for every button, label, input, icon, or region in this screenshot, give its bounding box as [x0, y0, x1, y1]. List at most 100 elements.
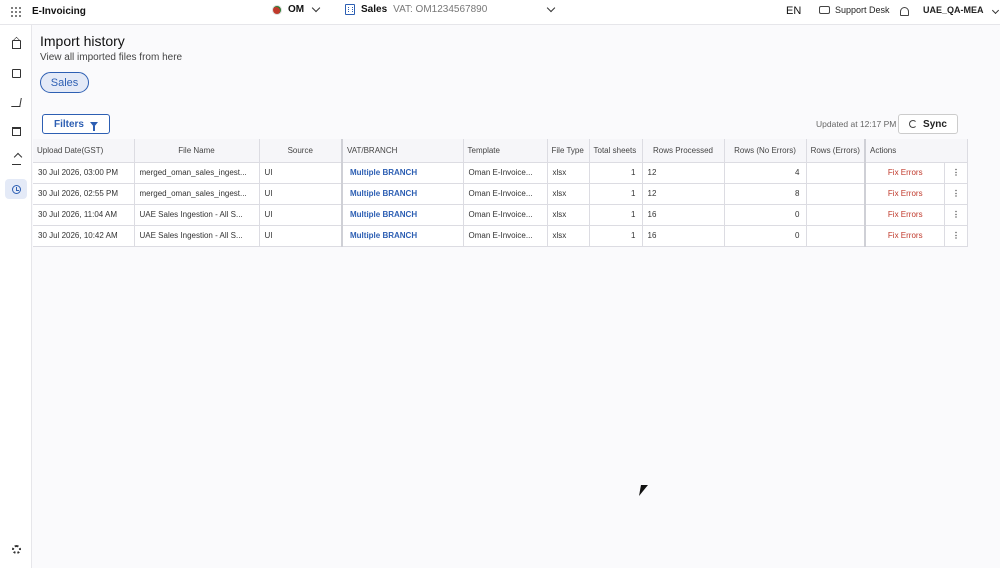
- oman-flag-icon: [272, 4, 282, 15]
- cell-rows-no-errors: 8: [724, 183, 807, 205]
- col-source[interactable]: Source: [259, 139, 343, 163]
- cell-branch-link[interactable]: Multiple BRANCH: [342, 162, 464, 184]
- cell-template: Oman E-Invoice...: [463, 162, 548, 184]
- sidebar-item-cart[interactable]: [5, 92, 27, 112]
- cell-upload-date: 30 Jul 2026, 02:55 PM: [33, 183, 135, 205]
- cell-file-name: UAE Sales Ingestion - All S...: [134, 204, 260, 226]
- table-header-row: Upload Date(GST) File Name Source VAT/BR…: [33, 139, 968, 163]
- cell-file-name: merged_oman_sales_ingest...: [134, 162, 260, 184]
- app-title: E-Invoicing: [32, 6, 86, 17]
- table-row[interactable]: 30 Jul 2026, 10:42 AM UAE Sales Ingestio…: [33, 225, 968, 247]
- col-template[interactable]: Template: [463, 139, 548, 163]
- top-bar: E-Invoicing OM Sales VAT: OM1234567890 E…: [0, 0, 1000, 25]
- cell-rows-processed: 16: [642, 204, 725, 226]
- cell-rows-no-errors: 0: [724, 204, 807, 226]
- cell-rows-processed: 12: [642, 162, 725, 184]
- cell-branch-link[interactable]: Multiple BRANCH: [342, 183, 464, 205]
- ticket-icon: [819, 6, 830, 14]
- cell-rows-no-errors: 0: [724, 225, 807, 247]
- cell-upload-date: 30 Jul 2026, 11:04 AM: [33, 204, 135, 226]
- sidebar-item-settings[interactable]: [5, 539, 27, 559]
- cell-file-name: merged_oman_sales_ingest...: [134, 183, 260, 205]
- fix-errors-link[interactable]: Fix Errors: [865, 162, 945, 184]
- user-menu[interactable]: UAE_QA-MEA: [923, 5, 999, 15]
- cell-upload-date: 30 Jul 2026, 10:42 AM: [33, 225, 135, 247]
- col-total-sheets[interactable]: Total sheets: [589, 139, 643, 163]
- cell-rows-errors: [806, 225, 866, 247]
- more-options-icon[interactable]: ⋮: [944, 204, 968, 226]
- chevron-down-icon: [546, 3, 556, 13]
- cell-file-type: xlsx: [547, 204, 590, 226]
- col-rows-no-errors[interactable]: Rows (No Errors): [724, 139, 807, 163]
- cell-total-sheets: 1: [589, 204, 643, 226]
- cell-rows-errors: [806, 183, 866, 205]
- sales-chip[interactable]: Sales: [40, 72, 89, 93]
- home-icon: [11, 39, 21, 49]
- import-history-table: Upload Date(GST) File Name Source VAT/BR…: [33, 139, 968, 247]
- page-subtitle: View all imported files from here: [40, 52, 183, 63]
- fix-errors-link[interactable]: Fix Errors: [865, 225, 945, 247]
- country-selector[interactable]: OM: [272, 3, 321, 15]
- sync-label: Sync: [923, 118, 947, 130]
- cell-rows-errors: [806, 204, 866, 226]
- table-row[interactable]: 30 Jul 2026, 03:00 PM merged_oman_sales_…: [33, 162, 968, 184]
- more-options-icon[interactable]: ⋮: [944, 225, 968, 247]
- apps-grid-icon[interactable]: [11, 7, 21, 17]
- filter-funnel-icon: [90, 121, 98, 131]
- chevron-down-icon: [311, 3, 321, 13]
- more-options-icon[interactable]: ⋮: [944, 183, 968, 205]
- gear-icon: [11, 544, 21, 554]
- cell-upload-date: 30 Jul 2026, 03:00 PM: [33, 162, 135, 184]
- cell-rows-processed: 16: [642, 225, 725, 247]
- filters-button[interactable]: Filters: [42, 114, 110, 134]
- col-upload-date[interactable]: Upload Date(GST): [33, 139, 135, 163]
- upload-icon: [11, 156, 21, 165]
- history-icon: [11, 184, 21, 194]
- cell-total-sheets: 1: [589, 162, 643, 184]
- fix-errors-link[interactable]: Fix Errors: [865, 204, 945, 226]
- cell-source: UI: [259, 183, 343, 205]
- bank-icon: [11, 126, 21, 136]
- cell-rows-processed: 12: [642, 183, 725, 205]
- building-icon: [345, 4, 355, 15]
- chevron-down-icon: [991, 6, 999, 15]
- cell-file-type: xlsx: [547, 225, 590, 247]
- cell-template: Oman E-Invoice...: [463, 225, 548, 247]
- col-rows-errors[interactable]: Rows (Errors): [806, 139, 866, 163]
- bell-icon[interactable]: [900, 7, 909, 16]
- sidebar-item-upload[interactable]: [5, 150, 27, 170]
- sidebar: [0, 25, 32, 568]
- support-desk-button[interactable]: Support Desk: [819, 5, 890, 15]
- refresh-icon: [909, 120, 918, 128]
- cell-file-type: xlsx: [547, 183, 590, 205]
- fix-errors-link[interactable]: Fix Errors: [865, 183, 945, 205]
- sync-button[interactable]: Sync: [898, 114, 958, 134]
- cell-total-sheets: 1: [589, 225, 643, 247]
- col-file-type[interactable]: File Type: [547, 139, 590, 163]
- cart-icon: [10, 97, 22, 107]
- col-rows-processed[interactable]: Rows Processed: [642, 139, 725, 163]
- col-vat-branch[interactable]: VAT/BRANCH: [342, 139, 464, 163]
- sidebar-item-book[interactable]: [5, 63, 27, 83]
- cell-branch-link[interactable]: Multiple BRANCH: [342, 204, 464, 226]
- col-file-name[interactable]: File Name: [134, 139, 260, 163]
- sidebar-item-bank[interactable]: [5, 121, 27, 141]
- table-row[interactable]: 30 Jul 2026, 11:04 AM UAE Sales Ingestio…: [33, 204, 968, 226]
- user-name: UAE_QA-MEA: [923, 5, 984, 15]
- entity-name: Sales: [361, 4, 388, 15]
- cell-source: UI: [259, 225, 343, 247]
- cell-source: UI: [259, 204, 343, 226]
- col-actions: Actions: [865, 139, 968, 163]
- entity-selector[interactable]: Sales VAT: OM1234567890: [345, 3, 556, 15]
- language-selector[interactable]: EN: [786, 5, 801, 17]
- cell-branch-link[interactable]: Multiple BRANCH: [342, 225, 464, 247]
- cell-rows-errors: [806, 162, 866, 184]
- table-row[interactable]: 30 Jul 2026, 02:55 PM merged_oman_sales_…: [33, 183, 968, 205]
- more-options-icon[interactable]: ⋮: [944, 162, 968, 184]
- cell-template: Oman E-Invoice...: [463, 183, 548, 205]
- sidebar-item-home[interactable]: [5, 34, 27, 54]
- entity-vat: VAT: OM1234567890: [393, 4, 488, 15]
- support-desk-label: Support Desk: [835, 5, 890, 15]
- updated-at-text: Updated at 12:17 PM: [816, 119, 897, 129]
- sidebar-item-history[interactable]: [5, 179, 27, 199]
